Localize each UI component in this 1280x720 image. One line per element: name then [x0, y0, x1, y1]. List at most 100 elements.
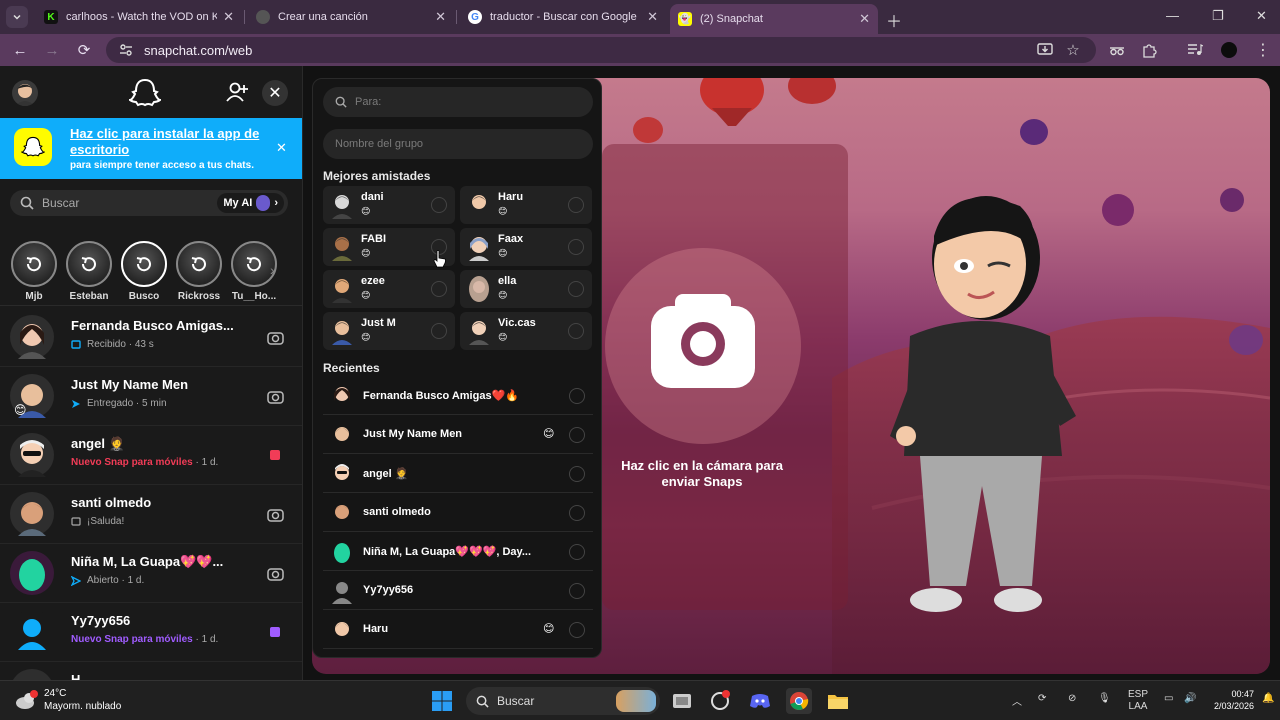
bookmark-star-icon[interactable]: ☆ — [1064, 41, 1082, 59]
display-icon[interactable]: ▭ — [1164, 693, 1173, 704]
camera-reply-icon[interactable] — [267, 506, 284, 523]
select-checkbox[interactable] — [569, 544, 585, 560]
chat-list-item[interactable]: angel 🤵 Nuevo Snap para móviles · 1 d. — [0, 426, 302, 485]
language-indicator[interactable]: ESP LAA — [1128, 689, 1148, 713]
incognito-icon[interactable] — [1108, 41, 1126, 59]
recent-contact-row[interactable]: Niña M, La Guapa💖💖💖, Day... — [323, 533, 593, 571]
minimize-icon[interactable]: — — [1166, 8, 1179, 23]
camera-reply-icon[interactable] — [267, 565, 284, 582]
file-explorer-icon[interactable] — [826, 689, 850, 713]
select-checkbox[interactable] — [569, 466, 585, 482]
recipient-search-input[interactable]: Para: — [323, 87, 593, 117]
microphone-icon[interactable]: 🎙 — [1098, 693, 1111, 704]
taskbar-search-input[interactable]: Buscar — [466, 687, 660, 715]
close-tab-icon[interactable]: ✕ — [647, 9, 658, 25]
browser-menu-icon[interactable]: ⋮ — [1254, 41, 1272, 59]
tab-crear-cancion[interactable]: Crear una canción ✕ — [248, 4, 454, 30]
close-tab-icon[interactable]: ✕ — [859, 11, 870, 27]
address-bar[interactable]: snapchat.com/web — [106, 37, 1096, 63]
camera-icon — [651, 294, 755, 388]
install-app-banner[interactable]: Haz clic para instalar la app de escrito… — [0, 118, 302, 179]
chat-list-item[interactable]: H... — [0, 662, 302, 680]
select-checkbox[interactable] — [569, 583, 585, 599]
notification-bell-icon[interactable]: 🔔 — [1262, 693, 1274, 704]
select-checkbox[interactable] — [568, 323, 584, 339]
file-viewer-icon[interactable] — [670, 689, 694, 713]
discord-icon[interactable] — [748, 689, 772, 713]
profile-avatar[interactable] — [1220, 41, 1238, 59]
story-item[interactable]: Mjb — [11, 241, 57, 302]
select-checkbox[interactable] — [569, 427, 585, 443]
recent-contact-row[interactable]: Fernanda Busco Amigas❤️🔥 — [323, 377, 593, 415]
my-ai-button[interactable]: My AI › — [217, 193, 284, 213]
recent-contact-row[interactable]: Yy7yy656 — [323, 572, 593, 610]
copilot-icon[interactable] — [708, 689, 732, 713]
close-window-icon[interactable]: ✕ — [1256, 8, 1267, 24]
chrome-icon[interactable] — [786, 688, 812, 714]
chat-list-item[interactable]: 😊 Just My Name Men Entregado · 5 min — [0, 367, 302, 426]
install-banner-title[interactable]: Haz clic para instalar la app de escrito… — [70, 126, 280, 158]
recent-contact-row[interactable]: Haru 😊 — [323, 611, 593, 649]
new-tab-button[interactable]: ＋ — [886, 8, 902, 32]
story-item[interactable]: Rickross — [176, 241, 222, 302]
group-name-input[interactable]: Nombre del grupo — [323, 129, 593, 159]
select-checkbox[interactable] — [431, 323, 447, 339]
install-app-icon[interactable] — [1036, 41, 1054, 59]
best-friend-card[interactable]: Haru 😊 — [460, 186, 592, 224]
best-friend-card[interactable]: ezee 😊 — [323, 270, 455, 308]
select-checkbox[interactable] — [568, 197, 584, 213]
camera-reply-icon[interactable] — [267, 388, 284, 405]
chat-list-item[interactable]: Fernanda Busco Amigas... Recibido · 43 s — [0, 308, 302, 367]
best-friend-card[interactable]: Just M 😊 — [323, 312, 455, 350]
site-info-icon[interactable] — [118, 42, 134, 58]
best-friend-card[interactable]: dani 😊 — [323, 186, 455, 224]
profile-avatar-button[interactable] — [12, 80, 38, 106]
best-friend-card[interactable]: Vic.cas 😊 — [460, 312, 592, 350]
new-snap-red-icon[interactable] — [267, 447, 284, 464]
chat-list-item[interactable]: santi olmedo ¡Saluda! — [0, 485, 302, 544]
add-friend-icon[interactable] — [226, 82, 248, 107]
close-tab-icon[interactable]: ✕ — [223, 9, 234, 25]
windows-start-icon[interactable] — [430, 689, 454, 713]
select-checkbox[interactable] — [431, 281, 447, 297]
tab-search-button[interactable] — [6, 6, 28, 28]
tab-google[interactable]: G traductor - Buscar con Google ✕ — [460, 4, 666, 30]
story-item[interactable]: Busco — [121, 241, 167, 302]
stories-next-arrow-icon[interactable]: › — [270, 262, 275, 278]
search-input[interactable]: Buscar My AI › — [10, 190, 288, 216]
close-new-chat-button[interactable]: ✕ — [262, 80, 288, 106]
extensions-puzzle-icon[interactable] — [1140, 41, 1158, 59]
back-arrow-icon[interactable]: ← — [10, 40, 30, 60]
new-snap-purple-icon[interactable] — [267, 624, 284, 641]
select-checkbox[interactable] — [568, 239, 584, 255]
forward-arrow-icon[interactable]: → — [42, 40, 62, 60]
close-tab-icon[interactable]: ✕ — [435, 9, 446, 25]
chat-list-item[interactable]: Niña M, La Guapa💖💖... Abierto · 1 d. — [0, 544, 302, 603]
recent-contact-row[interactable]: Just My Name Men 😊 — [323, 416, 593, 454]
camera-shutter-button[interactable] — [605, 248, 801, 444]
reload-icon[interactable]: ⟳ — [74, 40, 94, 60]
select-checkbox[interactable] — [569, 388, 585, 404]
restore-icon[interactable]: ❐ — [1212, 8, 1224, 24]
tab-snapchat[interactable]: 👻 (2) Snapchat ✕ — [670, 4, 878, 34]
tab-kick[interactable]: K carlhoos - Watch the VOD on K ✕ — [36, 4, 242, 30]
system-clock[interactable]: 00:47 2/03/2026 — [1214, 688, 1254, 712]
recent-contact-row[interactable]: santi olmedo — [323, 494, 593, 532]
best-friend-card[interactable]: ella 😊 — [460, 270, 592, 308]
media-control-icon[interactable] — [1186, 41, 1204, 59]
weather-widget[interactable]: 24°C Mayorm. nublado — [14, 687, 121, 713]
network-off-icon[interactable]: ⊘ — [1068, 693, 1076, 704]
select-checkbox[interactable] — [569, 505, 585, 521]
close-banner-icon[interactable]: ✕ — [276, 140, 287, 156]
select-checkbox[interactable] — [568, 281, 584, 297]
volume-icon[interactable]: 🔊 — [1184, 693, 1196, 704]
select-checkbox[interactable] — [569, 622, 585, 638]
sync-icon[interactable]: ⟳ — [1038, 693, 1046, 704]
select-checkbox[interactable] — [431, 197, 447, 213]
chat-list-item[interactable]: Yy7yy656 Nuevo Snap para móviles · 1 d. — [0, 603, 302, 662]
show-hidden-icons-icon[interactable]: ︿ — [1012, 693, 1022, 708]
story-item[interactable]: Esteban — [66, 241, 112, 302]
camera-reply-icon[interactable] — [267, 329, 284, 346]
recent-contact-row[interactable]: angel 🤵 — [323, 455, 593, 493]
best-friend-card[interactable]: Faax 😊 — [460, 228, 592, 266]
